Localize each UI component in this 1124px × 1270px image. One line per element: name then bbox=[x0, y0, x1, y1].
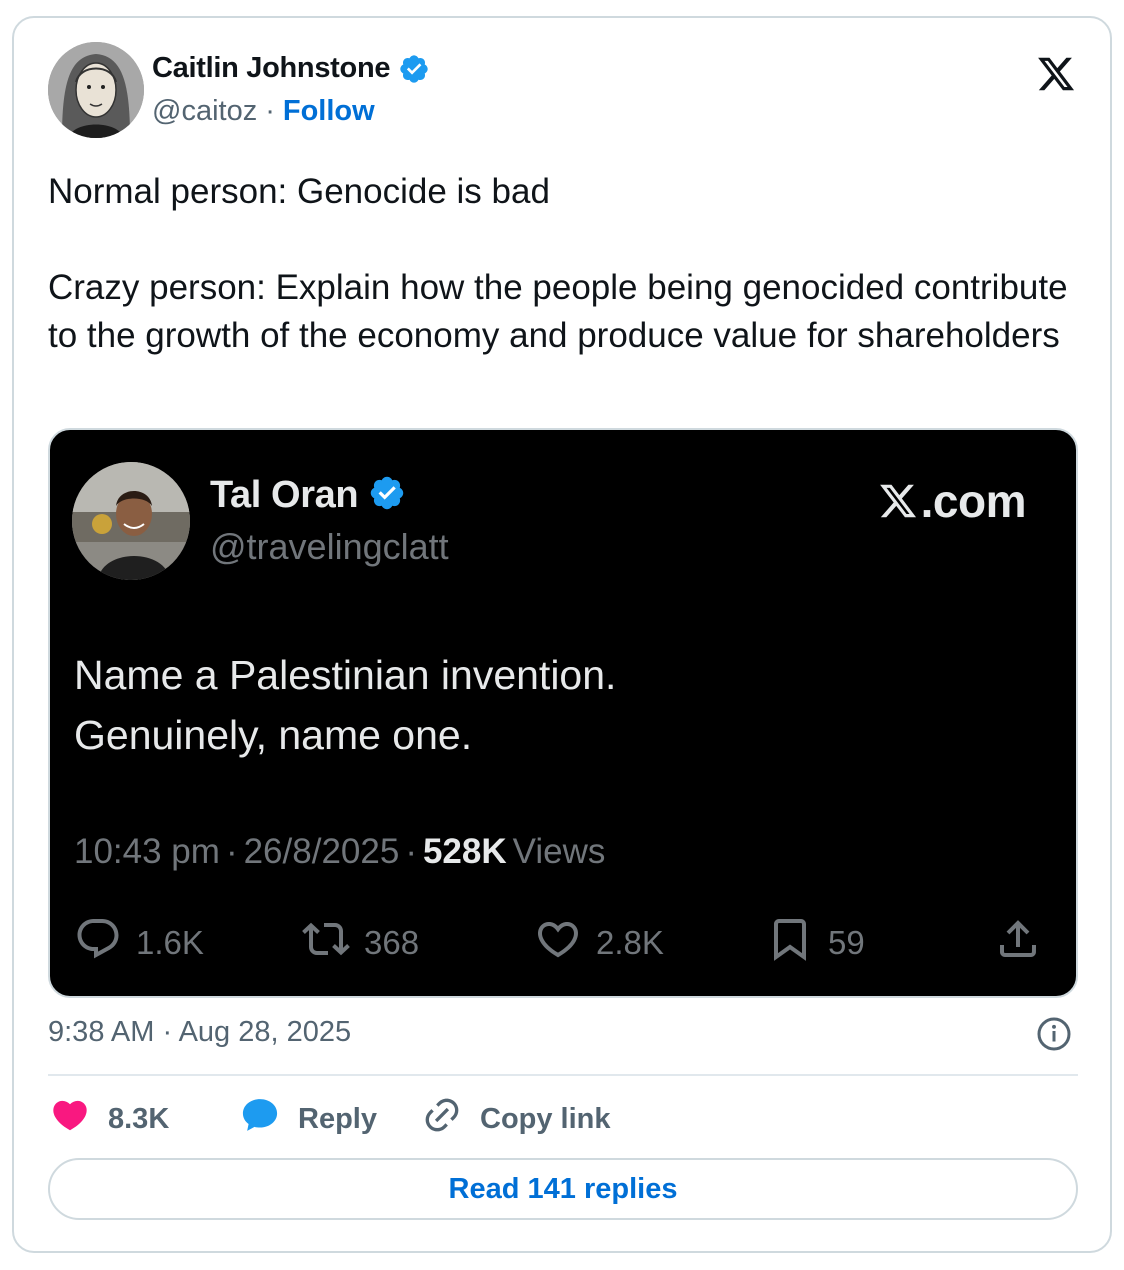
embed-reply-count: 1.6K bbox=[136, 924, 204, 961]
embed-repost-count: 368 bbox=[364, 924, 420, 961]
quoted-tweet-image[interactable]: Tal Oran @travelingclatt .com Name a Pal… bbox=[48, 428, 1078, 998]
reply-icon bbox=[74, 915, 122, 971]
embed-action-bar: 1.6K 368 2.8K 59 bbox=[74, 915, 1054, 965]
like-count: 8.3K bbox=[108, 1102, 170, 1135]
copy-link-label: Copy link bbox=[480, 1102, 611, 1135]
tweet-paragraph: Normal person: Genocide is bad bbox=[48, 172, 550, 211]
tweet-timestamp[interactable]: 9:38 AM · Aug 28, 2025 bbox=[48, 1016, 351, 1049]
reply-label: Reply bbox=[298, 1102, 377, 1135]
author-name[interactable]: Caitlin Johnstone bbox=[152, 52, 390, 85]
embed-author-handle: @travelingclatt bbox=[210, 526, 449, 567]
like-button[interactable]: 8.3K bbox=[50, 1096, 169, 1142]
divider bbox=[48, 1074, 1078, 1076]
copy-link-button[interactable]: Copy link bbox=[422, 1096, 611, 1142]
embed-time: 10:43 pm bbox=[74, 832, 220, 871]
share-icon bbox=[994, 915, 1042, 971]
verified-badge-icon bbox=[368, 474, 406, 517]
follow-button[interactable]: Follow bbox=[283, 95, 375, 128]
reply-button[interactable]: Reply bbox=[240, 1096, 377, 1142]
embed-xcom-watermark: .com bbox=[877, 474, 1027, 528]
tweet-card: Caitlin Johnstone @caitoz · Follow Norma… bbox=[12, 16, 1112, 1253]
tweet-action-row: 8.3K Reply Copy link bbox=[50, 1096, 1080, 1142]
bookmark-icon bbox=[766, 915, 814, 971]
embed-line: Name a Palestinian invention. bbox=[74, 652, 617, 698]
tweet-paragraph: Crazy person: Explain how the people bei… bbox=[48, 268, 1068, 355]
separator-dot: · bbox=[265, 95, 275, 127]
embed-avatar bbox=[72, 462, 190, 580]
separator-dot: · bbox=[405, 832, 417, 871]
link-icon bbox=[422, 1095, 462, 1143]
embed-reply-stat: 1.6K bbox=[74, 915, 204, 971]
separator-dot: · bbox=[225, 832, 238, 871]
repost-icon bbox=[302, 915, 350, 971]
embed-like-stat: 2.8K bbox=[534, 915, 664, 971]
embed-repost-stat: 368 bbox=[302, 915, 419, 971]
author-avatar[interactable] bbox=[48, 42, 144, 138]
embed-brand-text: .com bbox=[920, 475, 1027, 527]
embed-meta: 10:43 pm · 26/8/2025 · 528K Views bbox=[74, 832, 605, 872]
author-name-row: Caitlin Johnstone bbox=[152, 52, 430, 85]
embed-bookmark-count: 59 bbox=[828, 924, 865, 961]
embed-author-name: Tal Oran bbox=[210, 474, 359, 516]
embed-views-count: 528K bbox=[422, 832, 507, 871]
author-handle[interactable]: @caitoz bbox=[152, 95, 257, 128]
embed-name-row: Tal Oran bbox=[210, 474, 406, 517]
embed-views-label: Views bbox=[512, 832, 606, 871]
embed-line: Genuinely, name one. bbox=[74, 712, 473, 758]
embed-date: 26/8/2025 bbox=[243, 832, 400, 871]
embed-tweet-text: Name a Palestinian invention. Genuinely,… bbox=[74, 645, 616, 765]
speech-bubble-icon bbox=[240, 1095, 280, 1143]
embed-bookmark-stat: 59 bbox=[766, 915, 865, 971]
x-logo-icon[interactable] bbox=[1034, 54, 1078, 94]
info-icon[interactable] bbox=[1036, 1016, 1072, 1052]
tweet-text: Normal person: Genocide is bad Crazy per… bbox=[48, 168, 1068, 360]
author-handle-row: @caitoz · Follow bbox=[152, 95, 375, 128]
heart-icon bbox=[50, 1095, 90, 1143]
x-logo-icon bbox=[879, 484, 916, 518]
embed-like-count: 2.8K bbox=[596, 924, 664, 961]
heart-icon bbox=[534, 915, 582, 971]
read-replies-button[interactable]: Read 141 replies bbox=[48, 1158, 1078, 1220]
embed-share-stat bbox=[994, 915, 1042, 971]
verified-badge-icon bbox=[398, 53, 430, 85]
